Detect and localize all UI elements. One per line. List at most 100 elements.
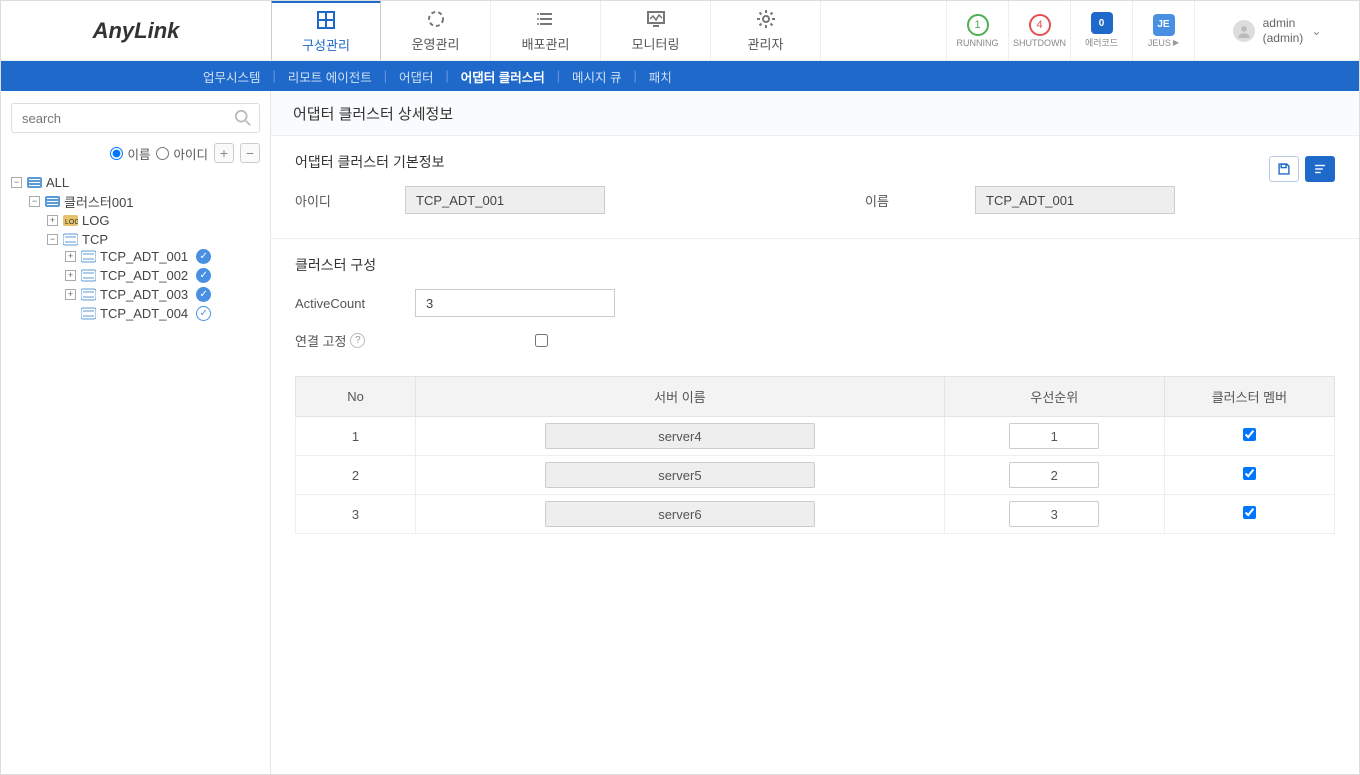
activecount-label: ActiveCount <box>295 296 385 311</box>
th-priority: 우선순위 <box>944 377 1164 417</box>
avatar-icon <box>1233 20 1255 42</box>
cell-member-checkbox[interactable] <box>1243 467 1256 480</box>
nav-tab-label: 배포관리 <box>522 34 570 53</box>
page-title: 어댑터 클러스터 상세정보 <box>271 91 1359 136</box>
tree-expand-icon[interactable]: + <box>65 270 76 281</box>
adapter-icon <box>80 307 96 321</box>
id-field <box>405 186 605 214</box>
logo: AnyLink <box>1 1 271 60</box>
tree-expand-icon[interactable]: + <box>47 215 58 226</box>
status-shutdown[interactable]: 4 SHUTDOWN <box>1008 1 1070 60</box>
nav-tab-deploy[interactable]: 배포관리 <box>491 1 601 60</box>
tree-root[interactable]: ALL <box>46 175 69 190</box>
running-count: 1 <box>967 14 989 36</box>
jeus-label: JEUS <box>1148 38 1171 48</box>
search-icon[interactable] <box>234 109 252 127</box>
tree-adapter-item[interactable]: TCP_ADT_004 <box>100 306 188 321</box>
section-basic-info: 어댑터 클러스터 기본정보 <box>295 152 444 172</box>
tcp-icon <box>62 233 78 247</box>
sidebar: 이름 아이디 + − − ALL <box>1 91 271 774</box>
th-server: 서버 이름 <box>416 377 945 417</box>
save-button[interactable] <box>1269 156 1299 182</box>
add-button[interactable]: + <box>214 143 234 163</box>
cell-priority[interactable]: 2 <box>1009 462 1099 488</box>
cell-no: 1 <box>296 417 416 456</box>
tree-tcp[interactable]: TCP <box>82 232 108 247</box>
user-name: admin <box>1263 16 1304 30</box>
user-sub: (admin) <box>1263 31 1304 45</box>
folder-icon <box>44 195 60 209</box>
subnav-item[interactable]: 어댑터 <box>387 67 446 86</box>
help-icon[interactable]: ? <box>350 333 365 348</box>
activecount-field[interactable] <box>415 289 615 317</box>
tree-expand-icon[interactable]: + <box>65 251 76 262</box>
subnav-item[interactable]: 리모트 에이전트 <box>276 67 384 86</box>
fixconn-checkbox[interactable] <box>535 334 548 347</box>
nav-tab-admin[interactable]: 관리자 <box>711 1 821 60</box>
nav-tab-ops[interactable]: 운영관리 <box>381 1 491 60</box>
filter-name-radio[interactable]: 이름 <box>110 144 150 163</box>
th-no: No <box>296 377 416 417</box>
tree-adapter-item[interactable]: TCP_ADT_003 <box>100 287 188 302</box>
subnav-item[interactable]: 패치 <box>637 67 684 86</box>
adapter-icon <box>80 288 96 302</box>
subnav-item-active[interactable]: 어댑터 클러스터 <box>449 67 557 86</box>
cell-priority[interactable]: 1 <box>1009 423 1099 449</box>
cell-priority[interactable]: 3 <box>1009 501 1099 527</box>
table-row: 2 server5 2 <box>296 456 1335 495</box>
adapter-icon <box>80 250 96 264</box>
tree-collapse-icon[interactable]: − <box>29 196 40 207</box>
detail-button[interactable] <box>1305 156 1335 182</box>
cell-server: server5 <box>545 462 815 488</box>
tree-log[interactable]: LOG <box>82 213 109 228</box>
cell-member-checkbox[interactable] <box>1243 428 1256 441</box>
cell-no: 2 <box>296 456 416 495</box>
main-nav: 구성관리 운영관리 배포관리 모니터링 <box>271 1 821 60</box>
cluster-table: No 서버 이름 우선순위 클러스터 멤버 1 server4 1 2 serv… <box>295 376 1335 534</box>
nav-tab-config[interactable]: 구성관리 <box>271 0 381 60</box>
search-input[interactable] <box>11 103 260 133</box>
play-icon: ▶ <box>1173 38 1179 47</box>
tree-adapter-item[interactable]: TCP_ADT_002 <box>100 268 188 283</box>
status-badge: ✓ <box>196 268 211 283</box>
status-badge: ✓ <box>196 287 211 302</box>
status-running[interactable]: 1 RUNNING <box>946 1 1008 60</box>
tree-adapter-item[interactable]: TCP_ADT_001 <box>100 249 188 264</box>
nav-tab-label: 운영관리 <box>412 34 460 53</box>
shutdown-count: 4 <box>1029 14 1051 36</box>
name-field <box>975 186 1175 214</box>
tree-cluster[interactable]: 클러스터001 <box>64 192 134 211</box>
folder-icon <box>26 176 42 190</box>
topbar: AnyLink 구성관리 운영관리 배포관리 <box>1 1 1359 61</box>
subnav: 업무시스템| 리모트 에이전트| 어댑터| 어댑터 클러스터| 메시지 큐| 패… <box>1 61 1359 91</box>
subnav-item[interactable]: 업무시스템 <box>191 67 273 86</box>
svg-text:LOG: LOG <box>65 219 78 226</box>
subnav-item[interactable]: 메시지 큐 <box>560 67 633 86</box>
errorcode-label: 에러코드 <box>1085 36 1118 49</box>
tree-collapse-icon[interactable]: − <box>47 234 58 245</box>
gear-icon <box>756 8 776 30</box>
user-menu[interactable]: admin (admin) ⌄ <box>1194 1 1359 60</box>
adapter-icon <box>80 269 96 283</box>
remove-button[interactable]: − <box>240 143 260 163</box>
nav-tab-label: 구성관리 <box>302 35 350 54</box>
status-badge: ✓ <box>196 249 211 264</box>
content: 어댑터 클러스터 상세정보 어댑터 클러스터 기본정보 아이디 <box>271 91 1359 774</box>
status-jeus[interactable]: JE JEUS ▶ <box>1132 1 1194 60</box>
jeus-pill: JE <box>1153 14 1175 36</box>
monitor-icon <box>646 8 666 30</box>
th-member: 클러스터 멤버 <box>1164 377 1334 417</box>
filter-id-radio[interactable]: 아이디 <box>156 144 208 163</box>
cell-server: server6 <box>545 501 815 527</box>
cell-member-checkbox[interactable] <box>1243 506 1256 519</box>
nav-tab-monitor[interactable]: 모니터링 <box>601 1 711 60</box>
errorcode-pill: 0 <box>1091 12 1113 34</box>
status-errorcode[interactable]: 0 에러코드 <box>1070 1 1132 60</box>
cell-server: server4 <box>545 423 815 449</box>
tree: − ALL − 클러스터001 <box>11 173 260 329</box>
tree-expand-icon[interactable]: + <box>65 289 76 300</box>
table-row: 1 server4 1 <box>296 417 1335 456</box>
status-badge: ✓ <box>196 306 211 321</box>
shutdown-label: SHUTDOWN <box>1013 38 1066 48</box>
tree-collapse-icon[interactable]: − <box>11 177 22 188</box>
